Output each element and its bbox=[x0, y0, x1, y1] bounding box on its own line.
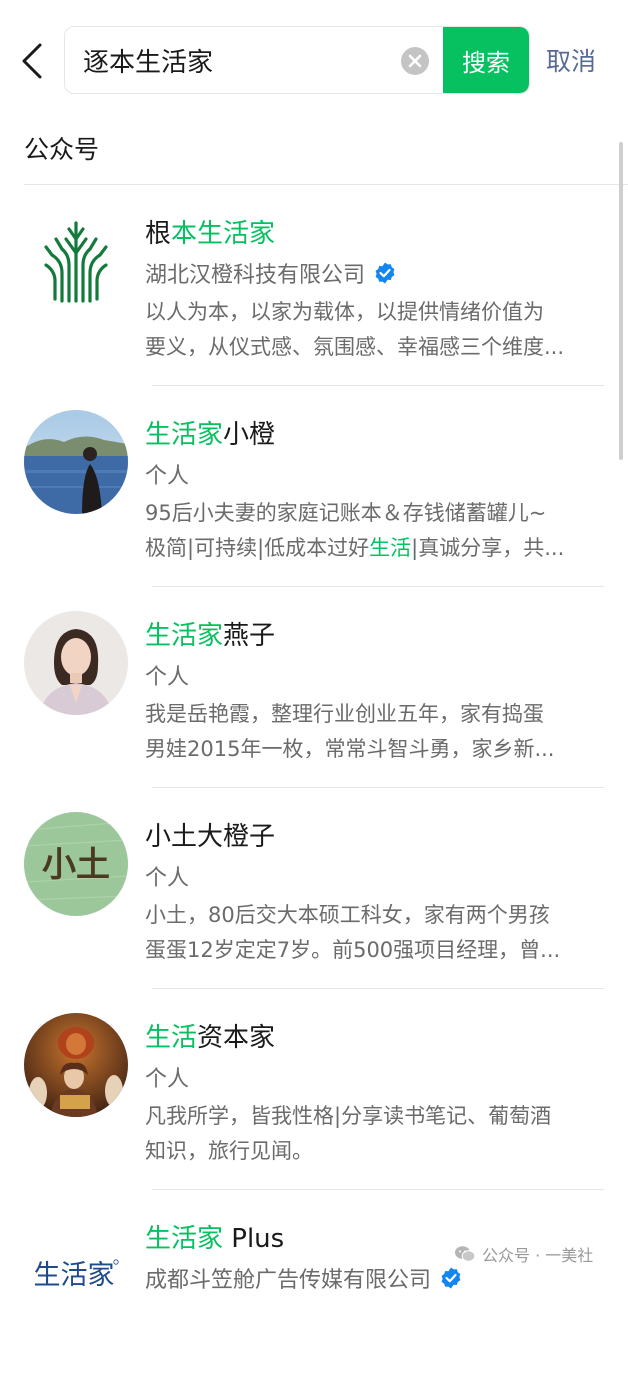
description-text: 我是岳艳霞，整理行业创业五年，家有捣蛋 bbox=[145, 702, 544, 726]
account-name: 小土大橙子 bbox=[145, 816, 275, 853]
result-list: 根本生活家 湖北汉橙科技有限公司 以人为本，以家为载体，以提供情绪价值为 要义，… bbox=[0, 185, 628, 1391]
account-owner: 个人 bbox=[145, 1061, 189, 1093]
search-box: 搜索 bbox=[64, 26, 530, 94]
lakeside-photo-icon bbox=[24, 410, 128, 514]
portrait-photo-icon bbox=[24, 611, 128, 715]
description-line: 95后小夫妻的家庭记账本＆存钱储蓄罐儿~ bbox=[145, 496, 605, 531]
avatar bbox=[24, 611, 128, 715]
shenghuojia-calligraphy-logo-icon: 生活家 bbox=[34, 1259, 119, 1291]
verified-badge-icon bbox=[441, 1267, 461, 1289]
chevron-left-icon bbox=[22, 43, 42, 79]
avatar bbox=[24, 410, 128, 514]
description-line: 蛋蛋12岁定定7岁。前500强项目经理，曾... bbox=[145, 933, 605, 968]
description-text: 蛋蛋12岁定定7岁。前500强项目经理，曾... bbox=[145, 938, 561, 962]
search-header: 搜索 取消 bbox=[0, 0, 628, 120]
xiaotu-text-logo-icon: 小土 bbox=[24, 812, 128, 916]
account-name-part: 燕子 bbox=[223, 621, 276, 651]
description-line: 知识，旅行见闻。 bbox=[145, 1134, 605, 1169]
description-text: 知识，旅行见闻。 bbox=[145, 1139, 313, 1163]
account-name: 生活家燕子 bbox=[145, 615, 275, 652]
description-line: 要义，从仪式感、氛围感、幸福感三个维度... bbox=[145, 330, 605, 365]
section-title: 公众号 bbox=[24, 135, 100, 164]
account-owner-label: 个人 bbox=[145, 1067, 190, 1092]
cancel-button[interactable]: 取消 bbox=[546, 42, 596, 78]
description-line: 以人为本，以家为载体，以提供情绪价值为 bbox=[145, 295, 605, 330]
description-line: 极简|可持续|低成本过好生活|真诚分享，共... bbox=[145, 531, 605, 566]
account-description: 小土，80后交大本硕工科女，家有两个男孩 蛋蛋12岁定定7岁。前500强项目经理… bbox=[145, 898, 605, 968]
account-name-part: 根 bbox=[145, 219, 172, 249]
clear-search-button[interactable] bbox=[401, 47, 429, 75]
account-name-highlight: 生活 bbox=[145, 1023, 198, 1053]
result-item[interactable]: 根本生活家 湖北汉橙科技有限公司 以人为本，以家为载体，以提供情绪价值为 要义，… bbox=[0, 185, 628, 386]
result-item[interactable]: 生活家 生活家 Plus 成都斗笠舱广告传媒有限公司 bbox=[0, 1190, 628, 1391]
account-owner: 个人 bbox=[145, 659, 189, 691]
account-name: 生活家 Plus bbox=[145, 1218, 284, 1255]
painting-photo-icon bbox=[24, 1013, 128, 1117]
result-item[interactable]: 小土 小土大橙子 个人 小土，80后交大本硕工科女，家有两个男孩 蛋蛋12岁定定… bbox=[0, 788, 628, 989]
account-owner: 成都斗笠舱广告传媒有限公司 bbox=[145, 1262, 463, 1294]
avatar: 小土 bbox=[24, 812, 128, 916]
account-owner-label: 个人 bbox=[145, 866, 190, 891]
description-text: 以人为本，以家为载体，以提供情绪价值为 bbox=[145, 300, 544, 324]
account-name-part: 资本家 bbox=[197, 1023, 276, 1053]
description-text: 极简|可持续|低成本过好 bbox=[145, 536, 370, 560]
account-name-highlight: 本生活家 bbox=[171, 219, 276, 249]
description-line: 小土，80后交大本硕工科女，家有两个男孩 bbox=[145, 898, 605, 933]
account-name: 生活家小橙 bbox=[145, 414, 275, 451]
description-text: 要义，从仪式感、氛围感、幸福感三个维度... bbox=[145, 335, 565, 359]
description-line: 男娃2015年一枚，常常斗智斗勇，家乡新... bbox=[145, 732, 605, 767]
account-description: 我是岳艳霞，整理行业创业五年，家有捣蛋 男娃2015年一枚，常常斗智斗勇，家乡新… bbox=[145, 697, 605, 767]
result-item[interactable]: 生活家燕子 个人 我是岳艳霞，整理行业创业五年，家有捣蛋 男娃2015年一枚，常… bbox=[0, 587, 628, 788]
avatar bbox=[24, 1013, 128, 1117]
description-text: |真诚分享，共... bbox=[411, 536, 565, 560]
avatar bbox=[24, 209, 128, 313]
description-text: 小土，80后交大本硕工科女，家有两个男孩 bbox=[145, 903, 550, 927]
account-owner-label: 个人 bbox=[145, 464, 190, 489]
svg-text:生活家: 生活家 bbox=[34, 1260, 115, 1291]
account-name-part: Plus bbox=[223, 1224, 285, 1254]
description-text: 男娃2015年一枚，常常斗智斗勇，家乡新... bbox=[145, 737, 555, 761]
account-owner: 个人 bbox=[145, 458, 189, 490]
description-text: 凡我所学，皆我性格|分享读书笔记、葡萄酒 bbox=[145, 1104, 552, 1128]
account-name-highlight: 生活家 bbox=[145, 1224, 224, 1254]
search-button[interactable]: 搜索 bbox=[443, 27, 529, 93]
account-description: 以人为本，以家为载体，以提供情绪价值为 要义，从仪式感、氛围感、幸福感三个维度.… bbox=[145, 295, 605, 365]
account-owner-label: 湖北汉橙科技有限公司 bbox=[145, 263, 366, 288]
watermark: 公众号 · 一美社 bbox=[454, 1242, 593, 1266]
svg-text:小土: 小土 bbox=[42, 845, 110, 885]
account-name-highlight: 生活家 bbox=[145, 420, 224, 450]
account-owner-label: 成都斗笠舱广告传媒有限公司 bbox=[145, 1268, 432, 1293]
description-line: 凡我所学，皆我性格|分享读书笔记、葡萄酒 bbox=[145, 1099, 605, 1134]
close-icon bbox=[408, 54, 422, 68]
green-plant-logo-icon bbox=[44, 221, 108, 303]
wechat-icon bbox=[455, 1246, 476, 1262]
account-name: 生活资本家 bbox=[145, 1017, 275, 1054]
account-description: 95后小夫妻的家庭记账本＆存钱储蓄罐儿~ 极简|可持续|低成本过好生活|真诚分享… bbox=[145, 496, 605, 566]
account-name-part: 小土大橙子 bbox=[145, 822, 276, 852]
account-owner-label: 个人 bbox=[145, 665, 190, 690]
account-owner: 湖北汉橙科技有限公司 bbox=[145, 257, 397, 289]
avatar: 生活家 bbox=[24, 1214, 128, 1318]
result-item[interactable]: 生活家小橙 个人 95后小夫妻的家庭记账本＆存钱储蓄罐儿~ 极简|可持续|低成本… bbox=[0, 386, 628, 587]
account-name: 根本生活家 bbox=[145, 213, 275, 250]
description-text: 95后小夫妻的家庭记账本＆存钱储蓄罐儿~ bbox=[145, 501, 547, 525]
back-button[interactable] bbox=[20, 42, 44, 80]
description-line: 我是岳艳霞，整理行业创业五年，家有捣蛋 bbox=[145, 697, 605, 732]
watermark-text: 公众号 · 一美社 bbox=[482, 1246, 594, 1265]
account-name-part: 小橙 bbox=[223, 420, 276, 450]
result-item[interactable]: 生活资本家 个人 凡我所学，皆我性格|分享读书笔记、葡萄酒 知识，旅行见闻。 bbox=[0, 989, 628, 1190]
search-input[interactable] bbox=[83, 27, 393, 93]
account-name-highlight: 生活家 bbox=[145, 621, 224, 651]
description-highlight: 生活 bbox=[369, 536, 412, 560]
verified-badge-icon bbox=[375, 262, 395, 284]
account-description: 凡我所学，皆我性格|分享读书笔记、葡萄酒 知识，旅行见闻。 bbox=[145, 1099, 605, 1169]
account-owner: 个人 bbox=[145, 860, 189, 892]
